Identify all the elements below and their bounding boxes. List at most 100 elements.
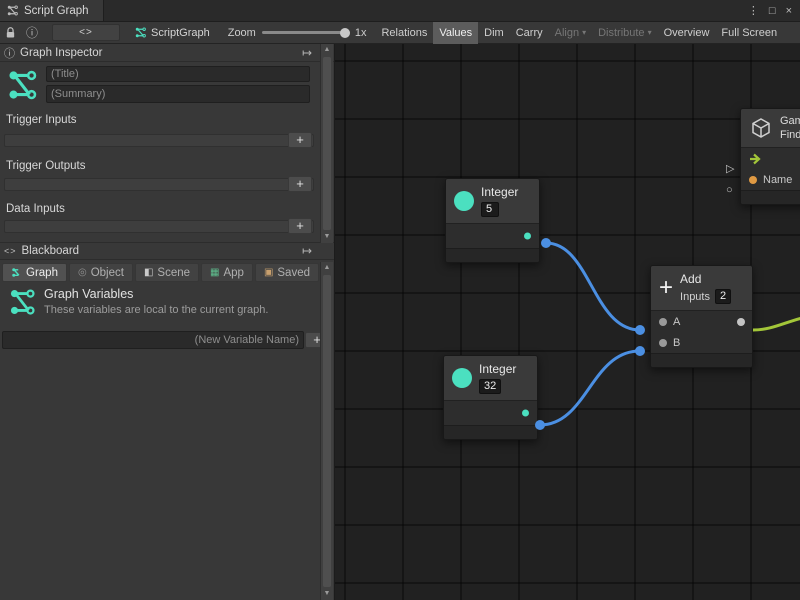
scrollbar-thumb[interactable] (323, 57, 331, 230)
connection-dot[interactable] (541, 238, 551, 248)
graph-canvas[interactable]: Integer 5 Integer 32 (335, 44, 800, 600)
distribute-dropdown[interactable]: Distribute ▾ (592, 22, 657, 44)
zoom-slider-knob[interactable] (340, 28, 350, 38)
chevron-down-icon: ▾ (582, 28, 586, 37)
scroll-down-icon[interactable]: ▼ (321, 231, 333, 243)
tab-saved[interactable]: ▣ Saved (255, 263, 319, 282)
blackboard-title: Blackboard (22, 245, 80, 257)
node-add[interactable]: + Add Inputs 2 A B (650, 265, 753, 368)
scroll-up-icon[interactable]: ▲ (321, 262, 333, 274)
graph-inspector-header: ⓘ Graph Inspector ↦ (0, 44, 334, 62)
scene-icon: ◧ (144, 268, 153, 278)
node-ports (444, 401, 537, 425)
zoom-slider[interactable] (262, 27, 350, 39)
node-gameobject-find[interactable]: GameObject Find Name (740, 108, 800, 205)
window-close-icon[interactable]: × (786, 5, 792, 17)
node-footer (651, 353, 752, 367)
data-inputs-label: Data Inputs (6, 203, 65, 215)
node-title: Find (780, 129, 800, 141)
add-data-input-button[interactable]: + (288, 218, 312, 234)
integer-value-field[interactable]: 32 (479, 379, 501, 394)
integer-value-field[interactable]: 5 (481, 202, 499, 217)
trigger-outputs-list (4, 178, 314, 191)
zoom-slider-track (262, 31, 350, 34)
graph-name-label: ScriptGraph (151, 27, 210, 39)
blackboard-icon: <> (4, 246, 17, 256)
node-header: + Add Inputs 2 (651, 266, 752, 311)
scroll-up-icon[interactable]: ▲ (321, 44, 333, 56)
graph-summary-input[interactable] (46, 85, 310, 103)
cube-icon (749, 116, 773, 140)
blackboard-header: <> Blackboard ↦ (0, 242, 334, 260)
node-type-label: GameObject (780, 115, 800, 127)
input-port-name[interactable] (749, 176, 757, 184)
value-input-port[interactable]: ○ (726, 184, 733, 196)
input-port-b[interactable] (659, 339, 667, 347)
port-name-label: Name (763, 174, 792, 186)
save-icon: ▣ (264, 268, 273, 278)
port-b-label: B (673, 337, 680, 349)
full-screen-button[interactable]: Full Screen (715, 22, 783, 44)
node-footer (741, 190, 800, 204)
wire-add-output[interactable] (753, 318, 800, 330)
tab-script-graph[interactable]: Script Graph (0, 0, 104, 21)
distribute-label: Distribute (598, 27, 644, 39)
dock-icon[interactable]: ↦ (302, 244, 312, 258)
node-title: Add (680, 272, 731, 286)
align-dropdown[interactable]: Align ▾ (549, 22, 592, 44)
carry-button[interactable]: Carry (510, 22, 549, 44)
node-integer-32[interactable]: Integer 32 (443, 355, 538, 440)
wire-int32-to-b[interactable] (540, 351, 640, 425)
port-row-invoke (741, 148, 800, 169)
new-variable-input[interactable] (2, 331, 304, 349)
wire-int5-to-a[interactable] (546, 243, 640, 330)
window-menu-icon[interactable]: ⋮ (748, 4, 759, 17)
node-header: GameObject Find (741, 109, 800, 148)
add-trigger-input-button[interactable]: + (288, 132, 312, 148)
script-graph-icon (6, 4, 19, 17)
graph-icon (5, 68, 39, 102)
port-row-name: Name (741, 169, 800, 190)
output-port[interactable] (737, 318, 745, 326)
connection-dot[interactable] (635, 325, 645, 335)
node-integer-5[interactable]: Integer 5 (445, 178, 540, 263)
graph-variables-title: Graph Variables (44, 287, 133, 301)
tab-title: Script Graph (24, 5, 89, 17)
relations-button[interactable]: Relations (375, 22, 433, 44)
overview-button[interactable]: Overview (658, 22, 716, 44)
edit-source-button[interactable]: <> (52, 24, 120, 41)
node-ports: Name (741, 148, 800, 190)
info-icon[interactable]: ⓘ (26, 24, 38, 41)
inspector-scrollbar[interactable]: ▲ ▼ (320, 44, 333, 243)
node-header: Integer 32 (444, 356, 537, 401)
dim-button[interactable]: Dim (478, 22, 510, 44)
node-ports (446, 224, 539, 248)
graph-title-input[interactable] (46, 66, 310, 82)
connection-dot[interactable] (635, 346, 645, 356)
window-maximize-icon[interactable]: □ (769, 5, 776, 17)
tab-object[interactable]: ◎ Object (69, 263, 133, 282)
dock-icon[interactable]: ↦ (302, 46, 312, 60)
trigger-outputs-label: Trigger Outputs (6, 160, 85, 172)
output-port[interactable] (524, 233, 531, 240)
scrollbar-thumb[interactable] (323, 275, 331, 587)
input-port-a[interactable] (659, 318, 667, 326)
inputs-count-field[interactable]: 2 (715, 289, 731, 304)
scroll-down-icon[interactable]: ▼ (321, 588, 333, 600)
tab-app[interactable]: ▦ App (201, 263, 253, 282)
trigger-inputs-list (4, 134, 314, 147)
values-button[interactable]: Values (433, 22, 478, 44)
tab-scene[interactable]: ◧ Scene (135, 263, 199, 282)
add-trigger-output-button[interactable]: + (288, 176, 312, 192)
tab-saved-label: Saved (277, 267, 310, 279)
tab-graph[interactable]: Graph (2, 263, 67, 282)
blackboard-scrollbar[interactable]: ▲ ▼ (320, 262, 333, 600)
control-input-port[interactable]: ▷ (726, 163, 734, 175)
inputs-label: Inputs (680, 291, 710, 303)
node-title: Integer (479, 362, 516, 376)
graph-name-field[interactable]: ScriptGraph (134, 26, 210, 39)
lock-icon[interactable] (5, 27, 16, 39)
info-icon: ⓘ (4, 45, 15, 61)
output-port[interactable] (522, 410, 529, 417)
tab-object-label: Object (91, 267, 124, 279)
